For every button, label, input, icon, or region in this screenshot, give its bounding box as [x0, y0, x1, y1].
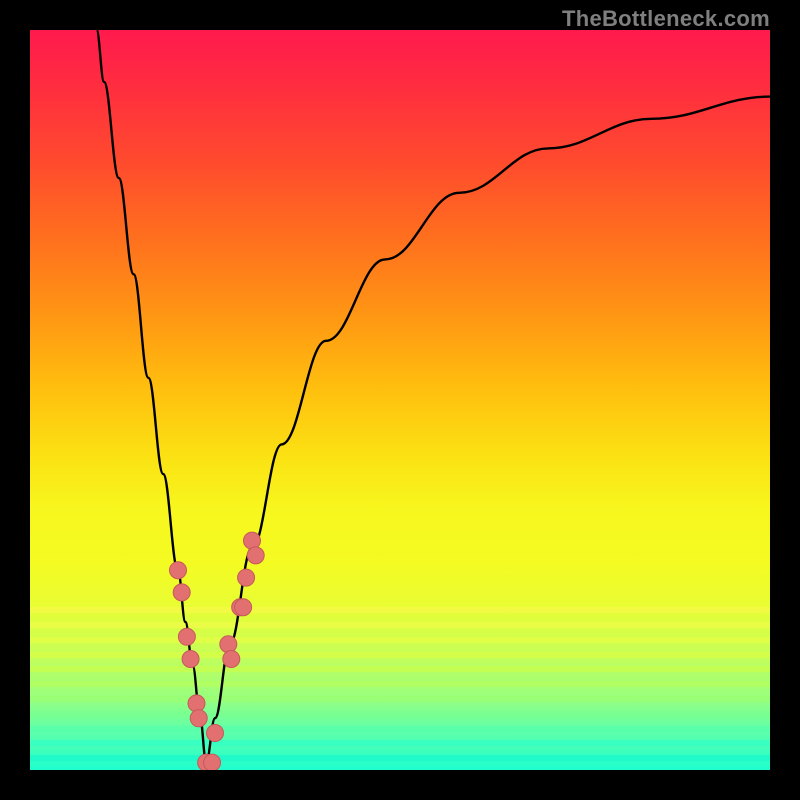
data-point-dot — [247, 547, 264, 564]
data-point-dot — [207, 725, 224, 742]
bottleneck-chart — [30, 30, 770, 770]
data-point-dot — [188, 695, 205, 712]
bottleneck-curve — [206, 97, 770, 763]
data-point-dot — [182, 651, 199, 668]
data-point-dot — [220, 636, 237, 653]
watermark-text: TheBottleneck.com — [562, 6, 770, 32]
data-point-dot — [244, 532, 261, 549]
data-point-dot — [173, 584, 190, 601]
data-point-dot — [238, 569, 255, 586]
data-point-dot — [190, 710, 207, 727]
data-point-dot — [235, 599, 252, 616]
data-point-dot — [204, 754, 221, 770]
chart-frame: TheBottleneck.com — [0, 0, 800, 800]
data-point-dot — [170, 562, 187, 579]
data-point-dot — [223, 651, 240, 668]
plot-area — [30, 30, 770, 770]
data-point-dot — [178, 628, 195, 645]
